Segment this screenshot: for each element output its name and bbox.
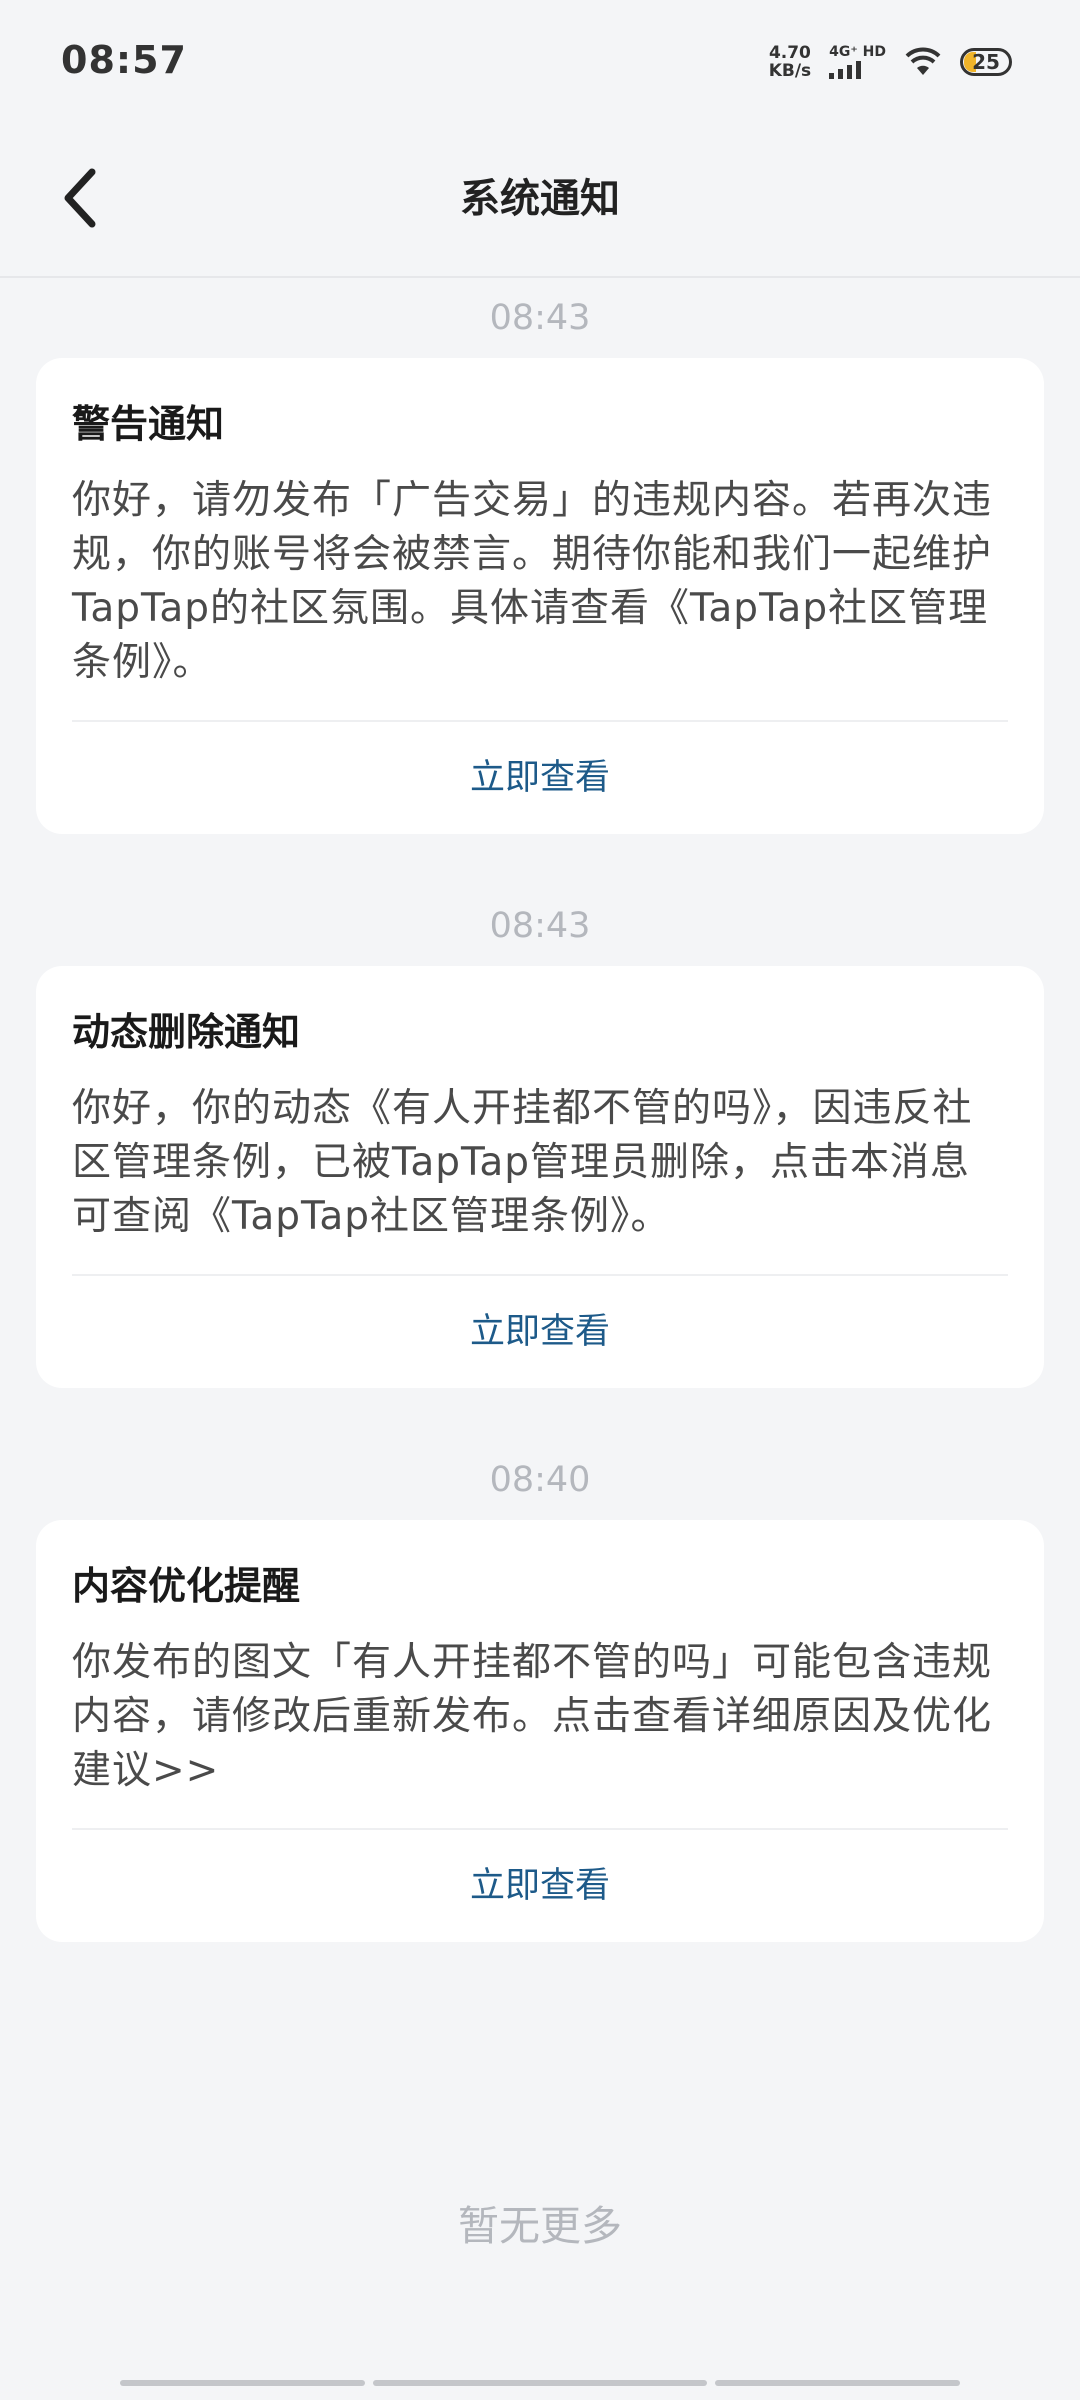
notification-body: 你好，你的动态《有人开挂都不管的吗》，因违反社区管理条例，已被TapTap管理员… bbox=[72, 1082, 1008, 1276]
status-time: 08:57 bbox=[61, 38, 187, 82]
notification-title: 动态删除通知 bbox=[72, 1010, 301, 1054]
notification-body: 你发布的图文「有人开挂都不管的吗」可能包含违规内容，请修改后重新发布。点击查看详… bbox=[72, 1636, 1008, 1830]
notification-title: 警告通知 bbox=[72, 402, 225, 446]
notification-time: 08:43 bbox=[489, 906, 591, 946]
wifi-icon bbox=[905, 47, 941, 75]
cellular-signal: 4G⁺ HD bbox=[829, 45, 886, 79]
notification-time: 08:43 bbox=[489, 298, 591, 338]
nav-segment bbox=[372, 2380, 708, 2386]
end-of-list-text: 暂无更多 bbox=[458, 2202, 622, 2250]
network-speed: 4.70 KB/s bbox=[769, 44, 811, 80]
gesture-nav-bar bbox=[120, 2380, 960, 2386]
notification-list: 08:43 警告通知 你好，请勿发布「广告交易」的违规内容。若再次违规，你的账号… bbox=[0, 278, 1080, 1942]
notification-card: 动态删除通知 你好，你的动态《有人开挂都不管的吗》，因违反社区管理条例，已被Ta… bbox=[36, 966, 1044, 1388]
notification-card: 警告通知 你好，请勿发布「广告交易」的违规内容。若再次违规，你的账号将会被禁言。… bbox=[36, 358, 1044, 834]
view-now-button[interactable]: 立即查看 bbox=[72, 1276, 1008, 1388]
status-icons: 4.70 KB/s 4G⁺ HD 25 bbox=[769, 44, 1012, 80]
notification-time: 08:40 bbox=[489, 1460, 591, 1500]
network-speed-value: 4.70 bbox=[768, 43, 811, 63]
notification-body: 你好，请勿发布「广告交易」的违规内容。若再次违规，你的账号将会被禁言。期待你能和… bbox=[72, 474, 1008, 722]
notification-title: 内容优化提醒 bbox=[72, 1564, 301, 1608]
page-title: 系统通知 bbox=[460, 176, 620, 222]
battery-icon: 25 bbox=[960, 48, 1012, 76]
view-now-button[interactable]: 立即查看 bbox=[72, 722, 1008, 834]
view-now-button[interactable]: 立即查看 bbox=[72, 1830, 1008, 1942]
battery-level: 25 bbox=[972, 50, 1000, 74]
nav-segment bbox=[715, 2380, 960, 2386]
network-speed-unit: KB/s bbox=[768, 61, 812, 81]
status-bar: 08:57 4.70 KB/s 4G⁺ HD 25 bbox=[0, 0, 1080, 130]
network-type-label: 4G⁺ HD bbox=[829, 44, 886, 60]
nav-segment bbox=[120, 2380, 365, 2386]
notification-card: 内容优化提醒 你发布的图文「有人开挂都不管的吗」可能包含违规内容，请修改后重新发… bbox=[36, 1520, 1044, 1942]
app-bar: 系统通知 bbox=[0, 130, 1080, 278]
signal-bars-icon bbox=[829, 61, 862, 79]
